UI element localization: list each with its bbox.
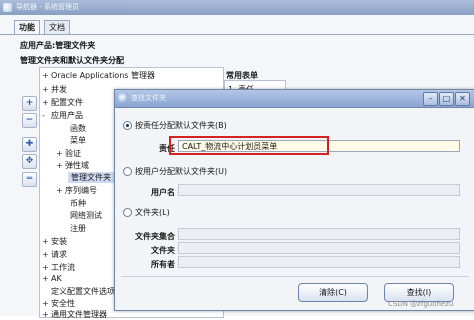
tree-item-flexfields[interactable]: + 弹性域 (56, 160, 89, 171)
tree-item-file-manager[interactable]: + 通用文件管理器 (42, 309, 107, 320)
maximize-button[interactable]: □ (439, 92, 454, 106)
folder-radio-label: 文件夹(L) (135, 208, 170, 217)
responsibility-label: 责任 (159, 144, 175, 153)
tree-item-ak[interactable]: + AK (42, 274, 62, 283)
folder-set-field[interactable] (178, 228, 460, 240)
tree-item-profile[interactable]: + 配置文件 (42, 97, 83, 108)
tree-item-concurrent[interactable]: + 并发 (42, 84, 67, 95)
back-window-titlebar: 导航器 - 系统管理员 (0, 0, 474, 15)
folder-label: 文件夹 (151, 246, 175, 255)
tree-item-requests[interactable]: + 请求 (42, 249, 67, 260)
watermark: CSDN @zfguohezu (388, 300, 454, 308)
tree-item-currencies[interactable]: 币种 (70, 198, 86, 209)
assign-by-responsibility-radio[interactable] (123, 121, 132, 130)
expand-branch-button[interactable]: ✚ (22, 137, 37, 152)
tree-item-manage-folders[interactable]: 管理文件夹 (68, 172, 114, 183)
owner-label: 所有者 (151, 260, 175, 269)
tree-item-install[interactable]: + 安装 (42, 236, 67, 247)
tree-item-sequences[interactable]: + 序列编号 (56, 185, 97, 196)
back-window-title: 导航器 - 系统管理员 (16, 3, 79, 11)
expand-icon: + (42, 71, 49, 80)
tree-item-menus[interactable]: 菜单 (70, 135, 86, 146)
assign-by-user-radio[interactable] (123, 167, 132, 176)
tree-item-workflow[interactable]: + 工作流 (42, 262, 75, 273)
tab-divider (0, 34, 474, 35)
expand-one-button[interactable]: + (22, 96, 37, 111)
app-icon (3, 3, 12, 12)
tree-item-security[interactable]: + 安全性 (42, 298, 75, 309)
clear-button[interactable]: 清除(C) (298, 283, 368, 302)
username-label: 用户名 (151, 188, 175, 197)
dialog-title: 查找文件夹 (131, 94, 166, 102)
folder-set-label: 文件夹集合 (135, 232, 175, 241)
tree-item-root[interactable]: + Oracle Applications 管理器 (42, 70, 155, 81)
owner-field[interactable] (178, 256, 460, 268)
collapse-one-button[interactable]: − (22, 113, 37, 128)
collapse-all-button[interactable]: ═ (22, 172, 37, 187)
find-folders-dialog: 查找文件夹 – □ ✕ 按责任分配默认文件夹(B) 责任 CALT_物流中心计划… (114, 89, 474, 311)
username-field[interactable] (178, 184, 460, 196)
application-heading: 应用产品:管理文件夹 (20, 41, 96, 50)
expand-all-button[interactable]: ✥ (22, 154, 37, 169)
tree-item-profile-options[interactable]: 定义配置文件选项 (51, 286, 115, 297)
minimize-button[interactable]: – (423, 92, 438, 106)
folder-field[interactable] (178, 242, 460, 254)
tree-item-application[interactable]: - 应用产品 (42, 110, 83, 121)
sub-heading: 管理文件夹和默认文件夹分配 (20, 56, 124, 65)
assign-by-user-label: 按用户分配默认文件夹(U) (135, 167, 228, 176)
dialog-titlebar: 查找文件夹 – □ ✕ (115, 90, 474, 108)
highlight-box (169, 136, 329, 155)
tree-item-register[interactable]: 注册 (70, 223, 86, 234)
tree-item-functions[interactable]: 函数 (70, 123, 86, 134)
tree-item-validation[interactable]: + 验证 (56, 148, 81, 159)
tab-functions[interactable]: 功能 (14, 20, 40, 35)
tree-item-network-test[interactable]: 网络测试 (70, 210, 102, 221)
close-button[interactable]: ✕ (455, 92, 470, 106)
tab-documents[interactable]: 文档 (44, 20, 70, 35)
dialog-app-icon (118, 93, 128, 103)
assign-by-responsibility-label: 按责任分配默认文件夹(B) (135, 121, 227, 130)
dialog-separator (121, 276, 469, 277)
folder-radio[interactable] (123, 208, 132, 217)
